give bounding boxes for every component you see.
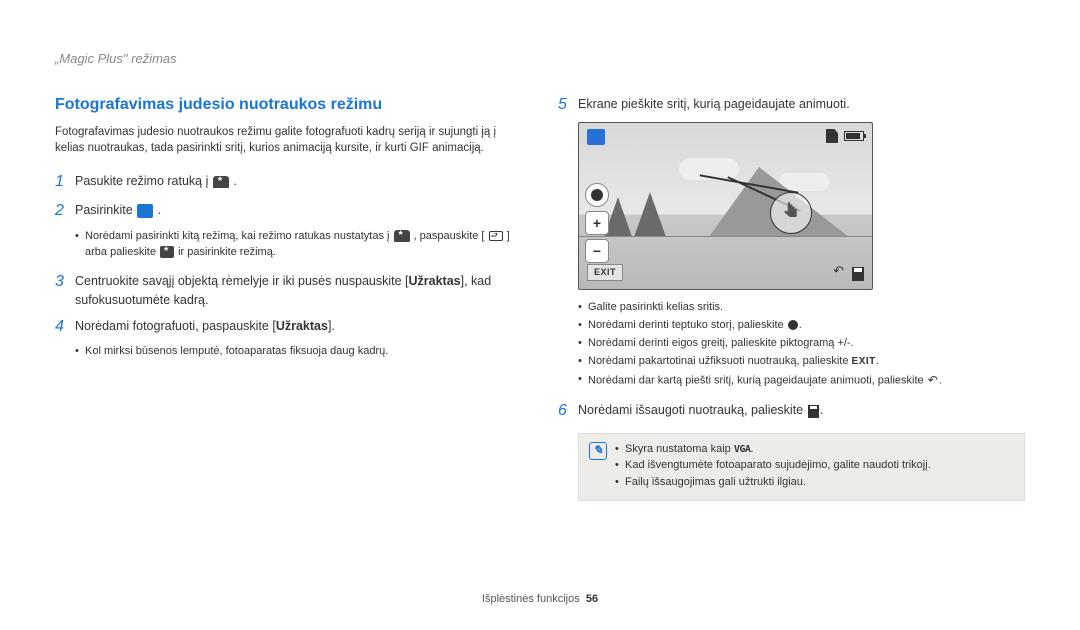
step-text-after: .: [233, 174, 236, 188]
note-text: Norėdami derinti teptuko storį, palieski…: [588, 319, 787, 331]
tree-graphic: [634, 192, 666, 237]
info-note-box: ✎ Skyra nustatoma kaip VGA. Kad išvengtu…: [578, 433, 1025, 502]
step-number: 4: [55, 315, 75, 338]
step-text: ].: [328, 319, 335, 333]
note-text: Norėdami pasirinkti kitą režimą, kai rež…: [85, 230, 393, 242]
note-text: .: [876, 355, 879, 367]
info-note-list: Skyra nustatoma kaip VGA. Kad išvengtumė…: [615, 442, 931, 493]
step-number: 6: [558, 399, 578, 422]
step-number: 2: [55, 199, 75, 222]
page-footer: Išplėstinės funkcijos 56: [0, 592, 1080, 608]
right-column: 5 Ekrane pieškite sritį, kurią pageidauj…: [558, 93, 1025, 501]
touch-cursor-icon: [770, 192, 812, 234]
step-text-after: .: [158, 203, 161, 217]
save-icon: [808, 405, 819, 418]
status-icons: [826, 129, 864, 143]
note-text: Failų išsaugojimas gali užtrukti ilgiau.: [615, 475, 931, 491]
step-4-notes: Kol mirksi būsenos lemputė, fotoaparatas…: [75, 344, 522, 360]
mode-dial-icon: [213, 176, 229, 188]
star-button-icon: [160, 246, 174, 258]
note-text: .: [750, 443, 753, 455]
note-text: .: [939, 374, 942, 386]
footer-label: Išplėstinės funkcijos: [482, 593, 580, 605]
battery-icon: [844, 131, 864, 141]
step-2: 2 Pasirinkite .: [55, 199, 522, 222]
step-4: 4 Norėdami fotografuoti, paspauskite [Už…: [55, 315, 522, 338]
minus-button-icon: −: [585, 239, 609, 263]
back-button-icon: [489, 231, 503, 241]
step-1: 1 Pasukite režimo ratuką į .: [55, 170, 522, 193]
step-number: 5: [558, 93, 578, 116]
note-text: .: [799, 319, 802, 331]
note-text: Norėdami pakartotinai užfiksuoti nuotrau…: [588, 355, 852, 367]
step-5-notes: Galite pasirinkti kelias sritis. Norėdam…: [578, 300, 1025, 389]
step-3: 3 Centruokite savąjį objektą rėmelyje ir…: [55, 270, 522, 308]
step-text: Norėdami fotografuoti, paspauskite [: [75, 319, 276, 333]
ground-line: [579, 236, 872, 237]
brush-dot-icon: [788, 320, 798, 330]
camera-screen-illustration: + − EXIT ↶: [578, 122, 873, 290]
exit-button-icon: EXIT: [587, 264, 623, 281]
step-6: 6 Norėdami išsaugoti nuotrauką, palieski…: [558, 399, 1025, 422]
note-text: Kad išvengtumėte fotoaparato sujudėjimo,…: [615, 458, 931, 474]
save-icon: [852, 267, 864, 281]
page-number: 56: [586, 593, 598, 605]
vga-label: VGA: [734, 444, 751, 455]
sd-card-icon: [826, 129, 838, 143]
undo-icon: ↶: [928, 372, 938, 389]
mode-dial-icon: [394, 230, 410, 242]
step-5: 5 Ekrane pieškite sritį, kurią pageidauj…: [558, 93, 1025, 116]
info-icon: ✎: [589, 442, 607, 460]
plus-button-icon: +: [585, 211, 609, 235]
step-number: 3: [55, 270, 75, 293]
section-title: Fotografavimas judesio nuotraukos režimu: [55, 93, 522, 116]
mode-indicator-icon: [587, 129, 605, 145]
step-text: Pasukite režimo ratuką į: [75, 174, 212, 188]
content-columns: Fotografavimas judesio nuotraukos režimu…: [55, 93, 1025, 501]
note-text: Kol mirksi būsenos lemputė, fotoaparatas…: [75, 344, 522, 360]
note-text: Skyra nustatoma kaip: [625, 443, 734, 455]
intro-text: Fotografavimas judesio nuotraukos režimu…: [55, 124, 522, 156]
step-text: Pasirinkite: [75, 203, 136, 217]
note-text: Norėdami dar kartą piešti sritį, kurią p…: [588, 374, 927, 386]
step-text: Ekrane pieškite sritį, kurią pageidaujat…: [578, 93, 1025, 113]
left-column: Fotografavimas judesio nuotraukos režimu…: [55, 93, 522, 501]
brush-size-icon: [585, 183, 609, 207]
note-text: Norėdami derinti eigos greitį, palieskit…: [578, 336, 1025, 352]
shutter-label: Užraktas: [409, 274, 461, 288]
step-text: .: [820, 403, 823, 417]
note-text: Galite pasirinkti kelias sritis.: [578, 300, 1025, 316]
motion-mode-icon: [137, 204, 153, 218]
breadcrumb: „Magic Plus" režimas: [55, 50, 1025, 69]
shutter-label: Užraktas: [276, 319, 328, 333]
exit-label: EXIT: [852, 356, 876, 367]
step-text: Norėdami išsaugoti nuotrauką, palieskite: [578, 403, 807, 417]
step-2-notes: Norėdami pasirinkti kitą režimą, kai rež…: [75, 229, 522, 261]
brush-controls: + −: [585, 183, 611, 263]
note-text: ir pasirinkite režimą.: [178, 246, 276, 258]
note-text: , paspauskite [: [414, 230, 485, 242]
undo-icon: ↶: [833, 262, 844, 281]
step-number: 1: [55, 170, 75, 193]
step-text: Centruokite savąjį objektą rėmelyje ir i…: [75, 274, 409, 288]
